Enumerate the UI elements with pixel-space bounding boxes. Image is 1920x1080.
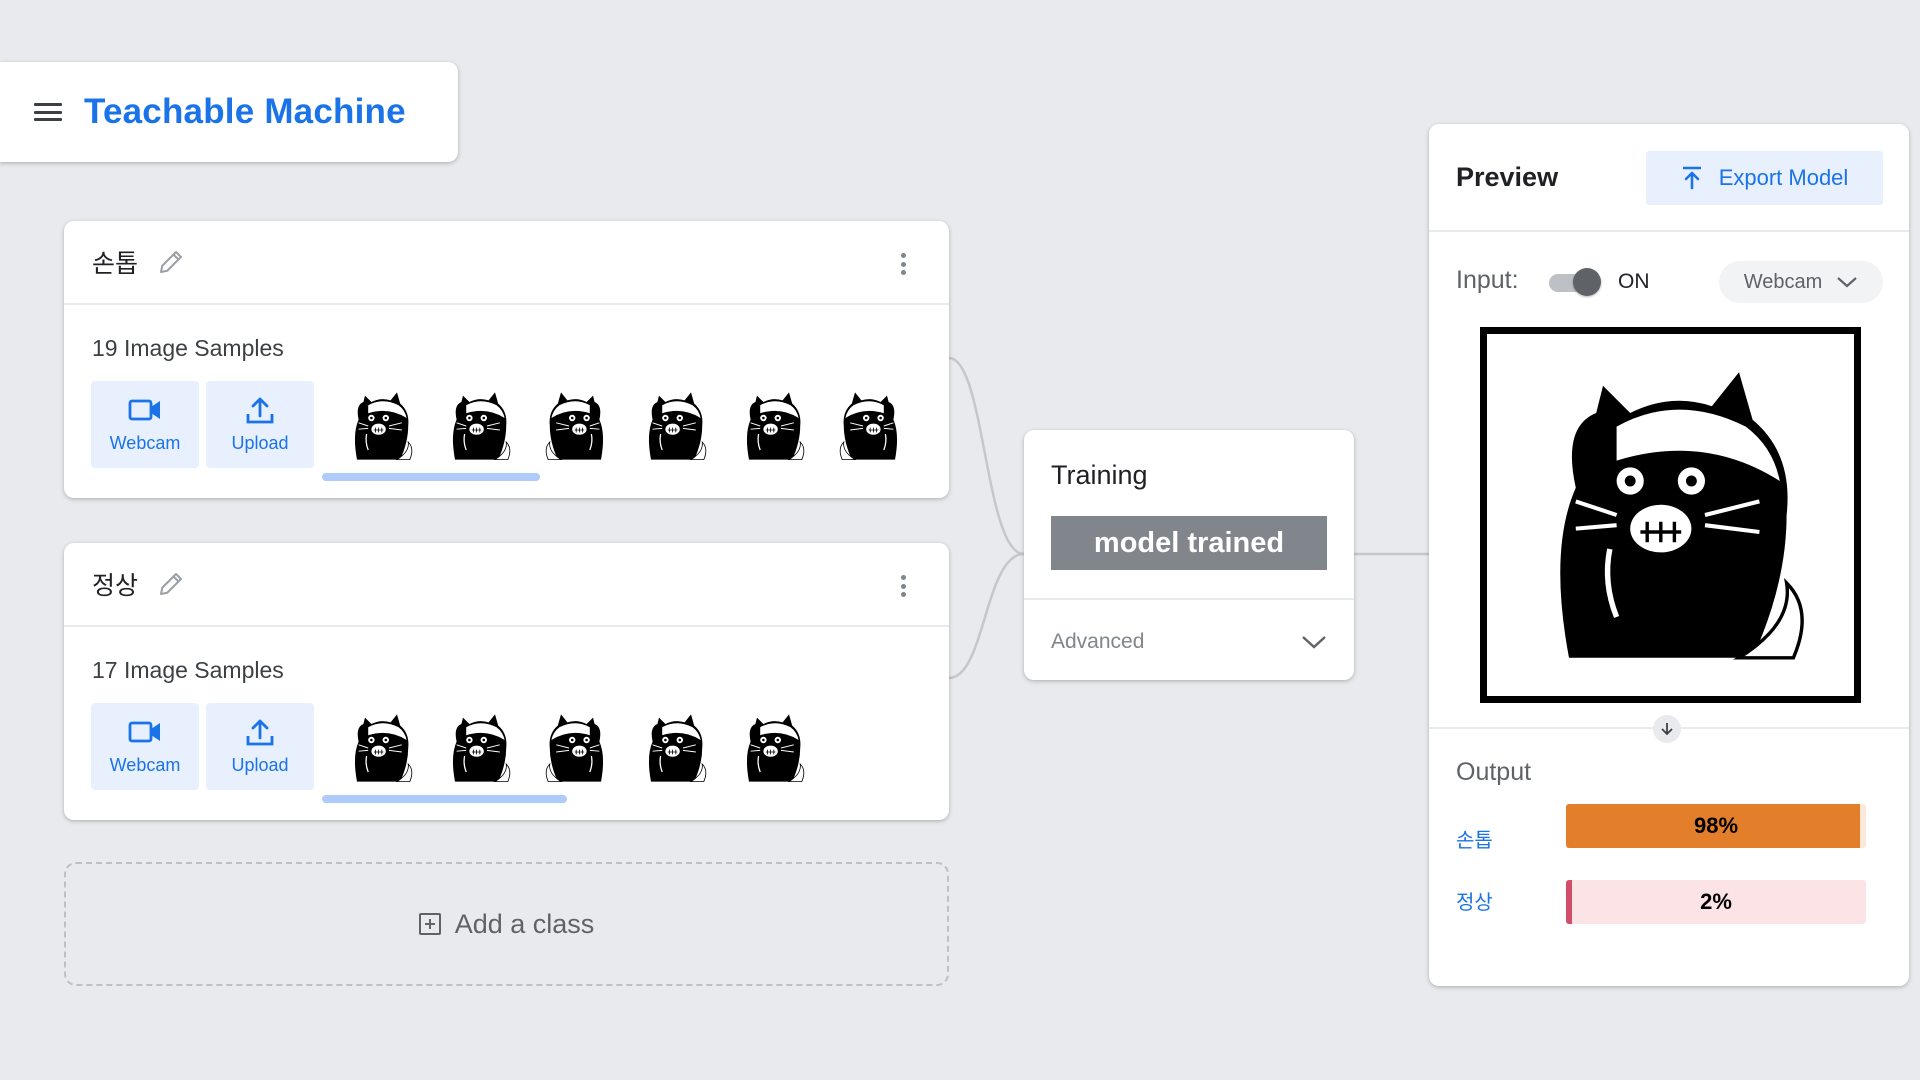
upload-icon — [246, 719, 274, 746]
class-name[interactable]: 손톱 — [92, 244, 138, 280]
upload-icon — [246, 397, 274, 424]
cat-thumbnail-icon — [452, 714, 511, 782]
sample-thumbnail[interactable] — [822, 381, 920, 471]
input-source-value: Webcam — [1743, 270, 1823, 293]
upload-button[interactable]: Upload — [206, 381, 314, 468]
sample-thumbnail[interactable] — [626, 703, 724, 793]
class-header: 정상 — [64, 543, 949, 627]
cat-thumbnail-icon — [648, 392, 707, 460]
sample-thumbnails — [332, 381, 920, 471]
class-card: 정상 17 Image Samples Webcam Upload — [64, 543, 949, 820]
output-class-label: 정상 — [1456, 890, 1493, 914]
pencil-icon[interactable] — [156, 247, 186, 277]
more-options-icon[interactable] — [899, 575, 907, 597]
cat-illustration — [1559, 372, 1804, 660]
training-card: Training model trained Advanced — [1024, 430, 1354, 680]
sample-thumbnail[interactable] — [724, 381, 822, 471]
cat-thumbnail-icon — [839, 392, 898, 460]
preview-title: Preview — [1456, 162, 1559, 192]
input-source-dropdown[interactable]: Webcam — [1719, 261, 1883, 303]
webcam-preview — [1480, 327, 1861, 703]
add-class-label: Add a class — [454, 908, 595, 939]
webcam-button-label: Webcam — [109, 755, 181, 775]
preview-panel: Preview Export Model Input: ON Webcam Ou… — [1429, 124, 1909, 986]
input-toggle[interactable] — [1547, 268, 1603, 296]
training-title: Training — [1051, 460, 1148, 490]
export-model-label: Export Model — [1718, 165, 1849, 190]
sample-thumbnail[interactable] — [332, 703, 430, 793]
sample-thumbnail[interactable] — [724, 703, 822, 793]
video-camera-icon — [128, 399, 160, 421]
app-header: Teachable Machine — [0, 62, 458, 162]
divider — [1024, 598, 1354, 600]
app-canvas: Teachable Machine 손톱 19 Image Samples We… — [0, 0, 1920, 1080]
output-bar: 2% — [1566, 880, 1866, 924]
samples-scrollbar[interactable] — [322, 473, 540, 481]
webcam-button[interactable]: Webcam — [91, 703, 199, 790]
chevron-down-icon — [1837, 277, 1857, 288]
video-camera-icon — [128, 721, 160, 743]
advanced-toggle[interactable]: Advanced — [1051, 614, 1327, 670]
cat-thumbnail-icon — [354, 714, 413, 782]
output-class-label: 손톱 — [1456, 828, 1493, 852]
sample-thumbnail[interactable] — [528, 703, 626, 793]
samples-scrollbar[interactable] — [322, 795, 567, 803]
output-percent: 98% — [1693, 813, 1739, 838]
cat-thumbnail-icon — [648, 714, 707, 782]
output-title: Output — [1456, 758, 1532, 786]
arrow-down-icon — [1653, 715, 1681, 743]
sample-thumbnail[interactable] — [332, 381, 430, 471]
upload-button-label: Upload — [231, 755, 289, 775]
cat-thumbnail-icon — [746, 714, 805, 782]
toggle-state-label: ON — [1618, 270, 1650, 293]
pencil-icon[interactable] — [156, 569, 186, 599]
cat-thumbnail-icon — [545, 392, 604, 460]
hamburger-menu-icon[interactable] — [34, 101, 62, 123]
export-icon — [1682, 166, 1701, 190]
sample-thumbnail[interactable] — [626, 381, 724, 471]
samples-count: 17 Image Samples — [92, 657, 284, 683]
toggle-knob — [1573, 268, 1601, 296]
more-options-icon[interactable] — [899, 253, 907, 275]
add-class-button[interactable]: Add a class — [64, 862, 949, 986]
export-model-button[interactable]: Export Model — [1646, 151, 1883, 205]
output-bar: 98% — [1566, 804, 1866, 848]
sample-thumbnail[interactable] — [430, 381, 528, 471]
sample-thumbnail[interactable] — [528, 381, 626, 471]
train-model-button[interactable]: model trained — [1051, 516, 1327, 570]
app-title: Teachable Machine — [84, 92, 406, 131]
sample-thumbnail[interactable] — [430, 703, 528, 793]
upload-button[interactable]: Upload — [206, 703, 314, 790]
class-card: 손톱 19 Image Samples Webcam Upload — [64, 221, 949, 498]
sample-thumbnails — [332, 703, 822, 793]
input-label: Input: — [1456, 266, 1519, 294]
cat-thumbnail-icon — [354, 392, 413, 460]
cat-thumbnail-icon — [452, 392, 511, 460]
add-box-icon — [418, 913, 441, 935]
class-header: 손톱 — [64, 221, 949, 305]
webcam-button-label: Webcam — [109, 433, 181, 453]
cat-thumbnail-icon — [545, 714, 604, 782]
samples-count: 19 Image Samples — [92, 335, 284, 361]
preview-header: Preview Export Model — [1429, 124, 1909, 232]
chevron-down-icon — [1302, 636, 1326, 649]
cat-thumbnail-icon — [746, 392, 805, 460]
class-name[interactable]: 정상 — [92, 566, 138, 602]
advanced-label: Advanced — [1051, 630, 1145, 653]
output-percent: 2% — [1700, 889, 1732, 914]
upload-button-label: Upload — [231, 433, 289, 453]
webcam-button[interactable]: Webcam — [91, 381, 199, 468]
